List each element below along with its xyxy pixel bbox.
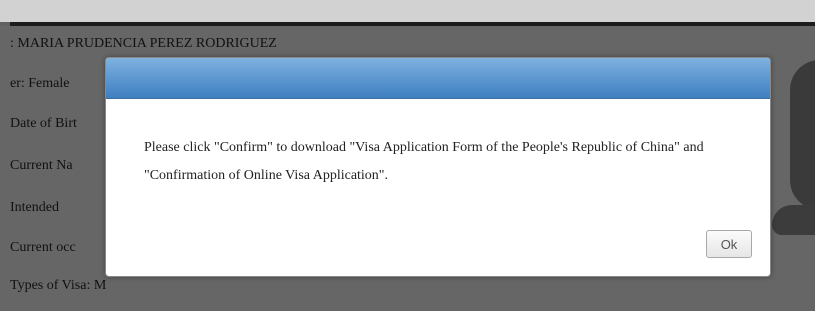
- date-of-birth-line: Date of Birt: [10, 116, 77, 131]
- dialog-titlebar[interactable]: [106, 58, 770, 99]
- visa-type-line: Types of Visa: M: [10, 278, 107, 293]
- ok-button[interactable]: Ok: [706, 230, 752, 258]
- page-top-band: [0, 0, 815, 22]
- confirm-dialog: Please click "Confirm" to download "Visa…: [105, 57, 771, 277]
- screen: : MARIA PRUDENCIA PEREZ RODRIGUEZ er: Fe…: [0, 0, 815, 311]
- applicant-photo-shoulder: [772, 205, 815, 235]
- current-nationality-line: Current Na: [10, 158, 73, 173]
- gender-line: er: Female: [10, 76, 70, 91]
- intended-line: Intended: [10, 200, 59, 215]
- dialog-message: Please click "Confirm" to download "Visa…: [144, 140, 704, 183]
- applicant-photo: [790, 60, 815, 210]
- applicant-name-line: : MARIA PRUDENCIA PEREZ RODRIGUEZ: [10, 36, 277, 51]
- current-occupation-line: Current occ: [10, 240, 76, 255]
